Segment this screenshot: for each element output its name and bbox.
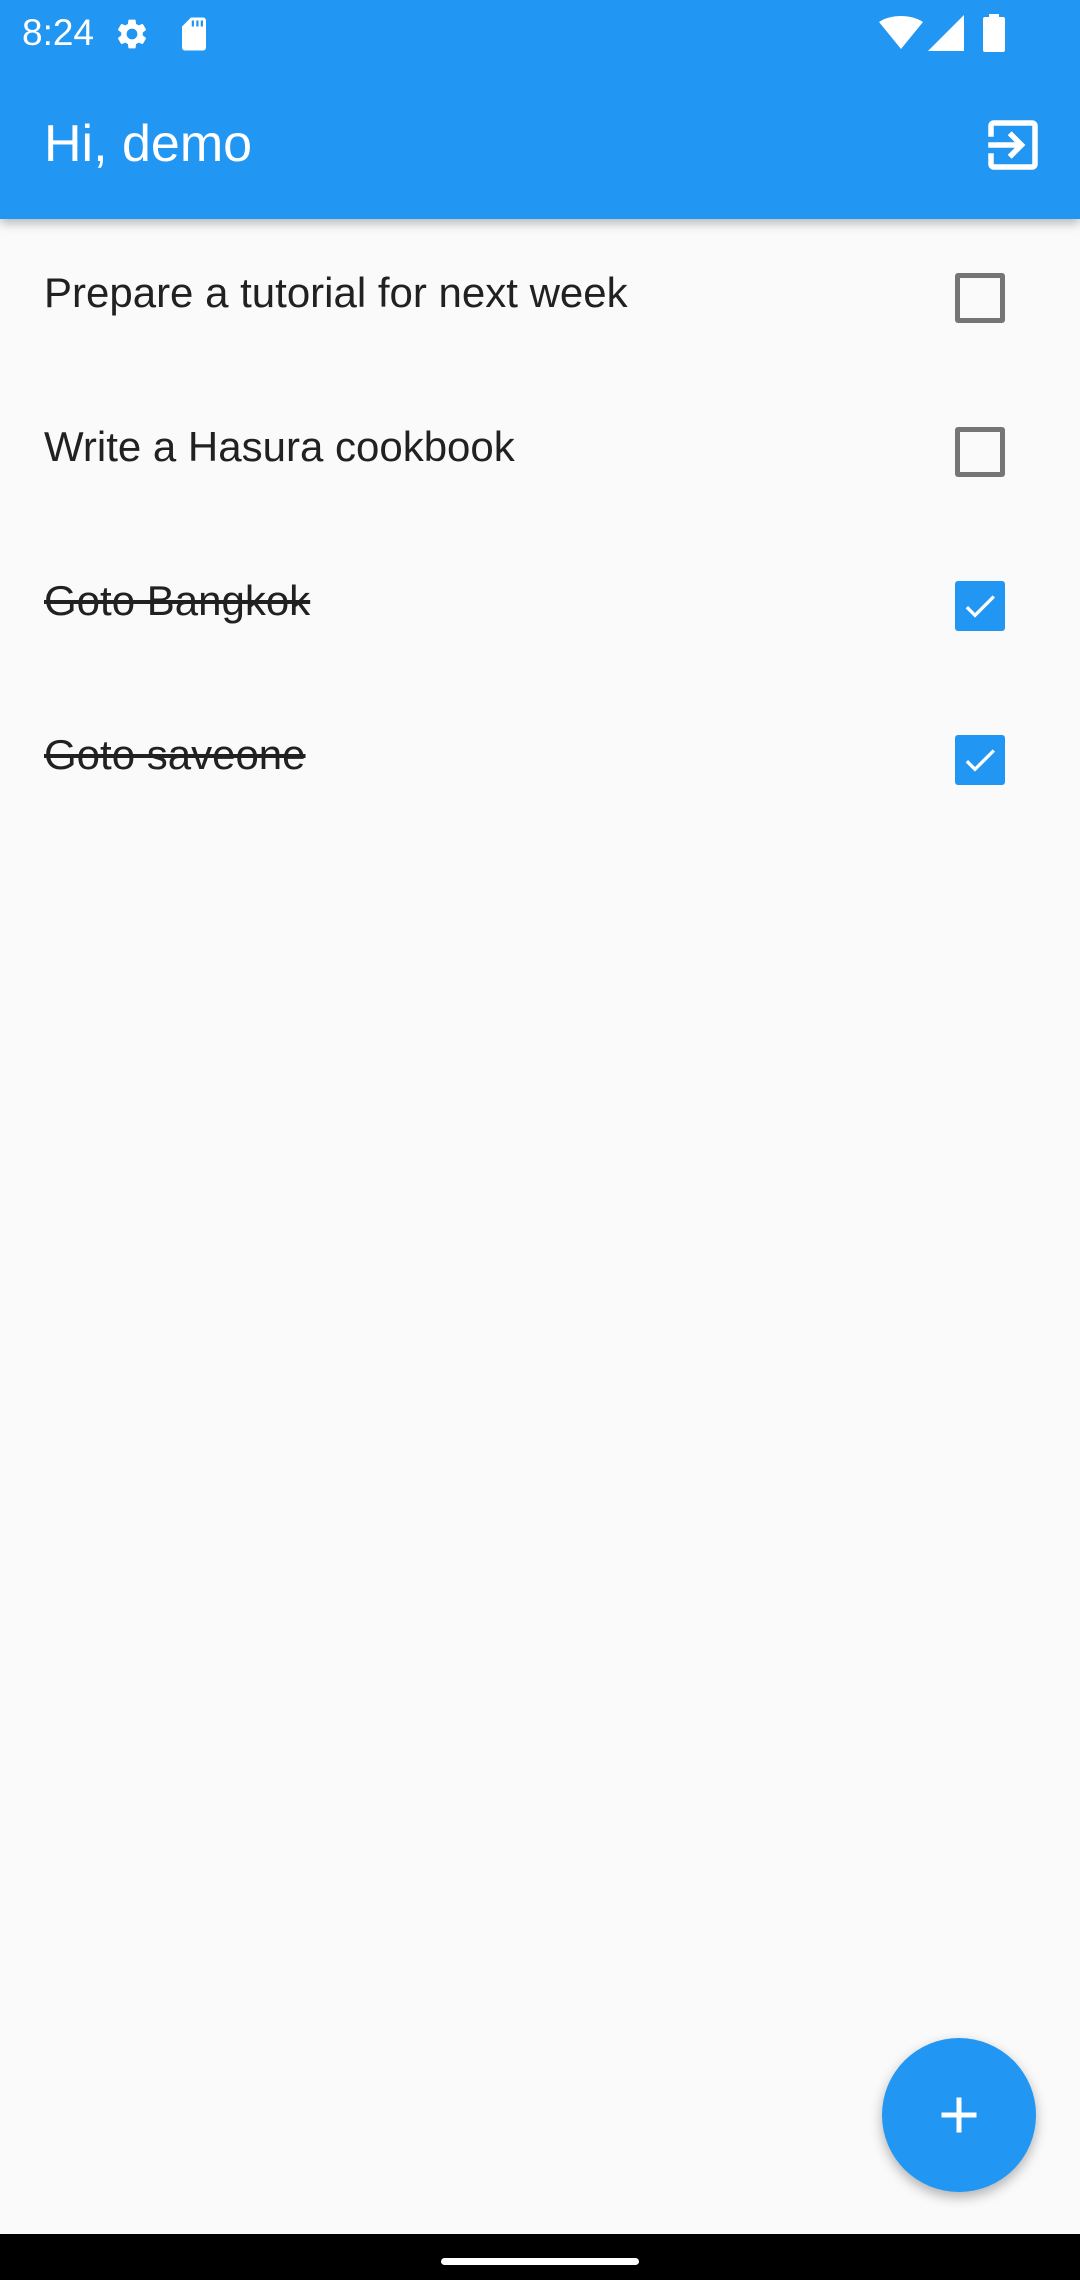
app-screen: 8:24 Hi, demo Prepare a tutorial for nex… [0, 0, 1080, 2280]
todo-item[interactable]: Write a Hasura cookbook [0, 373, 1080, 527]
logout-icon [988, 120, 1038, 170]
wifi-icon [879, 16, 923, 49]
todo-checkbox[interactable] [955, 273, 1005, 323]
todo-text: Write a Hasura cookbook [44, 423, 515, 470]
check-icon [965, 595, 995, 618]
todo-item[interactable]: Goto saveone [0, 681, 1080, 835]
todo-item[interactable]: Goto Bangkok [0, 527, 1080, 681]
app-title: Hi, demo [44, 115, 253, 173]
todo-text: Prepare a tutorial for next week [44, 269, 628, 316]
todo-checkbox[interactable] [955, 581, 1005, 631]
sd-card-icon [182, 17, 206, 51]
todo-checkbox[interactable] [955, 735, 1005, 785]
logout-button[interactable] [980, 112, 1046, 178]
gear-icon [117, 19, 147, 49]
signal-icon [928, 15, 964, 51]
todo-text: Goto saveone [44, 731, 306, 778]
home-handle[interactable] [441, 2258, 639, 2265]
todo-checkbox[interactable] [955, 427, 1005, 477]
status-bar: 8:24 [0, 0, 1080, 66]
todo-item[interactable]: Prepare a tutorial for next week [0, 219, 1080, 373]
top-bar: 8:24 Hi, demo [0, 0, 1080, 219]
battery-icon [983, 14, 1005, 52]
status-time: 8:24 [22, 12, 95, 53]
todo-list: Prepare a tutorial for next week Write a… [0, 219, 1080, 835]
add-todo-button[interactable] [882, 2038, 1036, 2192]
todo-text: Goto Bangkok [44, 577, 311, 624]
navigation-bar [0, 2234, 1080, 2280]
app-bar: Hi, demo [0, 66, 1080, 219]
check-icon [965, 749, 995, 772]
plus-icon [941, 2097, 977, 2133]
